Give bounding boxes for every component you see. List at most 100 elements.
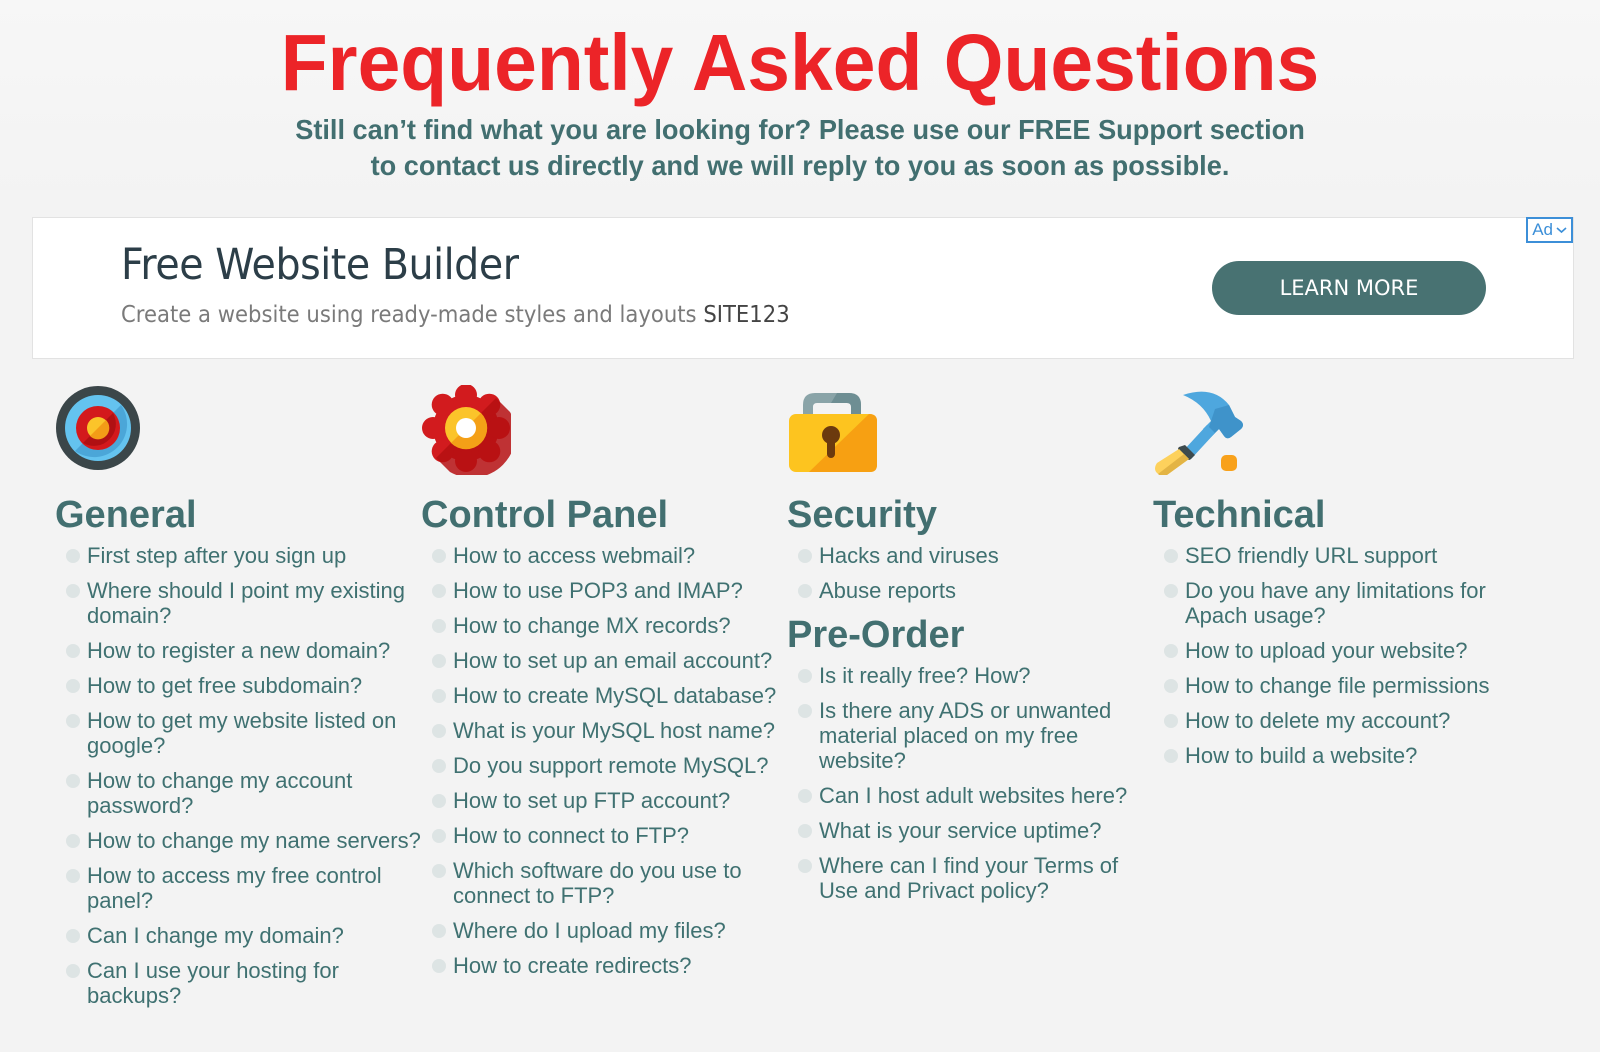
- faq-column-technical: Technical SEO friendly URL support Do yo…: [1153, 385, 1533, 778]
- faq-link-text: What is your MySQL host name?: [453, 718, 775, 743]
- faq-link[interactable]: How to set up FTP account?: [421, 788, 791, 813]
- faq-link[interactable]: Can I host adult websites here?: [787, 783, 1157, 808]
- faq-list-technical: SEO friendly URL support Do you have any…: [1153, 543, 1533, 768]
- bullet-icon: [798, 824, 812, 838]
- faq-link[interactable]: Do you have any limitations for Apach us…: [1153, 578, 1533, 628]
- faq-link-text: How to get free subdomain?: [87, 673, 363, 698]
- bullet-icon: [66, 584, 80, 598]
- faq-link-text: How to build a website?: [1185, 743, 1418, 768]
- subtitle-line-1: Still can’t find what you are looking fo…: [295, 114, 1305, 145]
- faq-link[interactable]: How to get my website listed on google?: [55, 708, 425, 758]
- faq-link[interactable]: Do you support remote MySQL?: [421, 753, 791, 778]
- faq-section: Control Panel How to access webmail? How…: [421, 493, 791, 978]
- faq-link[interactable]: How to change file permissions: [1153, 673, 1533, 698]
- faq-link[interactable]: Where do I upload my files?: [421, 918, 791, 943]
- bullet-icon: [1164, 679, 1178, 693]
- faq-link[interactable]: Where can I find your Terms of Use and P…: [787, 853, 1157, 903]
- faq-link[interactable]: How to change MX records?: [421, 613, 791, 638]
- faq-link-text: How to get my website listed on google?: [87, 708, 397, 758]
- faq-link-text: Is there any ADS or unwanted material pl…: [819, 698, 1112, 773]
- category-title-general: General: [55, 494, 197, 536]
- faq-link[interactable]: How to use POP3 and IMAP?: [421, 578, 791, 603]
- faq-link[interactable]: How to upload your website?: [1153, 638, 1533, 663]
- faq-link-text: What is your service uptime?: [819, 818, 1102, 843]
- category-title-technical: Technical: [1153, 494, 1326, 536]
- ad-banner[interactable]: Free Website Builder Create a website us…: [32, 217, 1574, 359]
- faq-column-security: Security Hacks and viruses Abuse reports…: [787, 385, 1157, 913]
- faq-link[interactable]: How to connect to FTP?: [421, 823, 791, 848]
- faq-link-text: How to change MX records?: [453, 613, 731, 638]
- faq-link-text: How to connect to FTP?: [453, 823, 689, 848]
- bullet-icon: [66, 964, 80, 978]
- page-header: Frequently Asked Questions Still can’t f…: [0, 0, 1600, 184]
- faq-link[interactable]: How to create MySQL database?: [421, 683, 791, 708]
- faq-link[interactable]: Hacks and viruses: [787, 543, 1157, 568]
- learn-more-button[interactable]: LEARN MORE: [1212, 261, 1486, 315]
- faq-link[interactable]: Which software do you use to connect to …: [421, 858, 791, 908]
- bullet-icon: [798, 789, 812, 803]
- bullet-icon: [66, 679, 80, 693]
- faq-link-text: Do you have any limitations for Apach us…: [1185, 578, 1486, 628]
- faq-link-text: How to create redirects?: [453, 953, 692, 978]
- bullet-icon: [66, 644, 80, 658]
- faq-link[interactable]: Is there any ADS or unwanted material pl…: [787, 698, 1157, 773]
- faq-link[interactable]: How to access webmail?: [421, 543, 791, 568]
- gear-icon: [422, 385, 511, 475]
- faq-link[interactable]: Can I use your hosting for backups?: [55, 958, 425, 1008]
- ad-badge[interactable]: Ad: [1526, 217, 1573, 243]
- faq-link-text: Where should I point my existing domain?: [87, 578, 405, 628]
- bullet-icon: [432, 724, 446, 738]
- faq-link-text: How to access my free control panel?: [87, 863, 382, 913]
- faq-section: Security Hacks and viruses Abuse reports: [787, 493, 1157, 603]
- faq-link-text: How to create MySQL database?: [453, 683, 777, 708]
- faq-link[interactable]: How to access my free control panel?: [55, 863, 425, 913]
- faq-link[interactable]: Is it really free? How?: [787, 663, 1157, 688]
- bullet-icon: [1164, 749, 1178, 763]
- bullet-icon: [66, 549, 80, 563]
- bullet-icon: [432, 759, 446, 773]
- faq-link[interactable]: Where should I point my existing domain?: [55, 578, 425, 628]
- page-title: Frequently Asked Questions: [280, 18, 1320, 107]
- faq-link[interactable]: How to create redirects?: [421, 953, 791, 978]
- faq-link[interactable]: How to delete my account?: [1153, 708, 1533, 733]
- faq-list-pre-order: Is it really free? How? Is there any ADS…: [787, 663, 1157, 903]
- faq-link-text: How to register a new domain?: [87, 638, 391, 663]
- faq-link-text: Can I host adult websites here?: [819, 783, 1128, 808]
- bullet-icon: [798, 584, 812, 598]
- faq-link-text: Is it really free? How?: [819, 663, 1031, 688]
- subtitle-line-2: to contact us directly and we will reply…: [370, 150, 1230, 181]
- faq-link[interactable]: How to build a website?: [1153, 743, 1533, 768]
- bullet-icon: [1164, 584, 1178, 598]
- faq-link[interactable]: Can I change my domain?: [55, 923, 425, 948]
- bullet-icon: [432, 924, 446, 938]
- faq-link[interactable]: First step after you sign up: [55, 543, 425, 568]
- bullet-icon: [1164, 549, 1178, 563]
- ad-brand: SITE123: [703, 302, 790, 328]
- faq-link[interactable]: SEO friendly URL support: [1153, 543, 1533, 568]
- faq-link-text: How to change my account password?: [87, 768, 353, 818]
- faq-link-text: How to set up FTP account?: [453, 788, 731, 813]
- faq-link[interactable]: How to change my account password?: [55, 768, 425, 818]
- faq-link-text: Can I use your hosting for backups?: [87, 958, 339, 1008]
- faq-column-general: General First step after you sign up Whe…: [55, 385, 425, 1018]
- target-icon: [56, 386, 140, 470]
- ad-title[interactable]: Free Website Builder: [121, 240, 519, 290]
- faq-link[interactable]: How to get free subdomain?: [55, 673, 425, 698]
- faq-section: Pre-Order Is it really free? How? Is the…: [787, 613, 1157, 903]
- faq-link[interactable]: What is your MySQL host name?: [421, 718, 791, 743]
- faq-section: General First step after you sign up Whe…: [55, 493, 425, 1008]
- faq-link[interactable]: How to set up an email account?: [421, 648, 791, 673]
- faq-link[interactable]: What is your service uptime?: [787, 818, 1157, 843]
- faq-link[interactable]: How to change my name servers?: [55, 828, 425, 853]
- hammer-icon: [1155, 391, 1243, 475]
- faq-link-text: How to set up an email account?: [453, 648, 773, 673]
- bullet-icon: [1164, 644, 1178, 658]
- bullet-icon: [432, 689, 446, 703]
- bullet-icon: [66, 774, 80, 788]
- faq-link[interactable]: How to register a new domain?: [55, 638, 425, 663]
- bullet-icon: [432, 549, 446, 563]
- faq-link-text: How to access webmail?: [453, 543, 696, 568]
- faq-link[interactable]: Abuse reports: [787, 578, 1157, 603]
- faq-link-text: How to use POP3 and IMAP?: [453, 578, 743, 603]
- page-subtitle: Still can’t find what you are looking fo…: [24, 112, 1576, 184]
